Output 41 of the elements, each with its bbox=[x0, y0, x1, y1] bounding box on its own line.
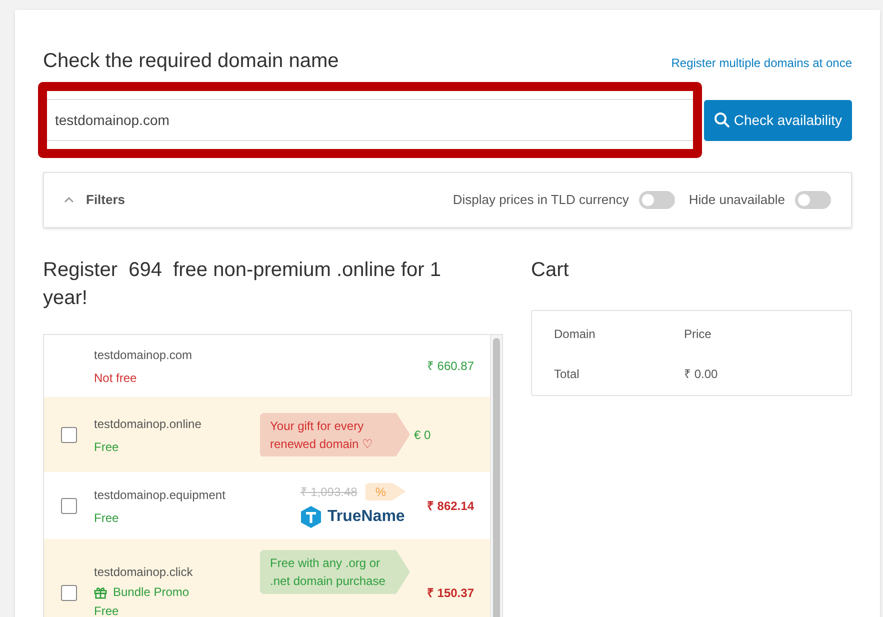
bundle-label: Bundle Promo bbox=[113, 584, 190, 601]
hexagon-logo-icon bbox=[301, 506, 322, 528]
check-availability-button[interactable]: Check availability bbox=[704, 100, 852, 140]
gift-icon bbox=[94, 586, 107, 598]
chevron-icon bbox=[64, 197, 74, 203]
page-title: Check the required domain name bbox=[43, 49, 339, 74]
toggle-label: Display prices in TLD currency bbox=[452, 191, 629, 210]
price: € 0 bbox=[413, 426, 432, 444]
domain-name: testdomainop.equipment bbox=[94, 486, 226, 504]
total-label: Total bbox=[554, 366, 580, 383]
promo-tag: Free with any .org or .net domain purchase bbox=[260, 550, 410, 594]
checkbox[interactable] bbox=[61, 585, 77, 601]
price: ₹ 150.37 bbox=[426, 585, 474, 602]
checkbox[interactable] bbox=[61, 498, 77, 514]
column-header: Price bbox=[684, 326, 712, 343]
availability-status: Free bbox=[94, 510, 120, 526]
offer-heading: Register 694 free non-premium .online for 1 year! bbox=[43, 258, 442, 311]
availability-status: Free bbox=[94, 603, 120, 617]
domain-name: testdomainop.com bbox=[94, 347, 194, 364]
bulk-register-link[interactable]: Register multiple domains at once bbox=[671, 54, 852, 72]
search-icon bbox=[714, 112, 730, 128]
toggle-label: Hide unavailable bbox=[688, 191, 785, 210]
toggle-switch[interactable] bbox=[795, 191, 831, 209]
price: ₹ 660.87 bbox=[426, 358, 474, 375]
domain-name: testdomainop.online bbox=[94, 416, 202, 432]
old-price: ₹ 1,093.48 bbox=[300, 484, 358, 500]
filters-toggle[interactable]: Filters bbox=[64, 190, 126, 210]
brand-name: TrueName bbox=[327, 506, 405, 526]
toggle-switch[interactable] bbox=[638, 191, 675, 209]
discount-tag: % bbox=[365, 482, 406, 500]
price: ₹ 862.14 bbox=[426, 498, 474, 514]
column-header: Domain bbox=[554, 326, 596, 343]
scrollbar[interactable] bbox=[490, 335, 502, 617]
availability-status: Free bbox=[94, 438, 120, 454]
domain-input-field[interactable]: testdomainop.com bbox=[38, 82, 702, 158]
availability-status: Not free bbox=[94, 370, 138, 386]
total-value: ₹ 0.00 bbox=[684, 366, 719, 383]
cart-heading: Cart bbox=[531, 258, 570, 283]
domain-name: testdomainop.click bbox=[94, 564, 194, 581]
promo-tag: Your gift for every renewed domain ♡ bbox=[260, 412, 410, 456]
checkbox[interactable] bbox=[61, 426, 77, 442]
